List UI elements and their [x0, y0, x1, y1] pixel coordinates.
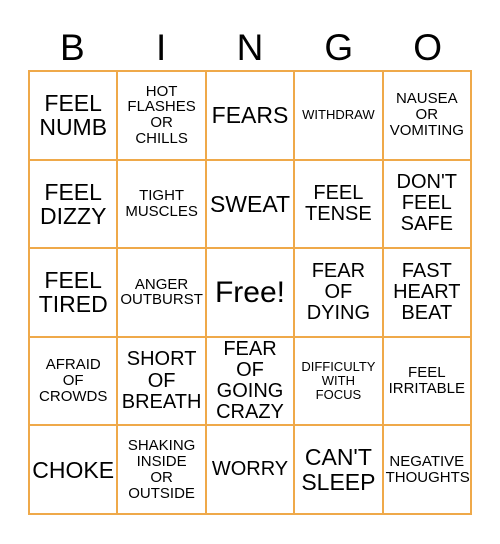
- bingo-cell-label: AFRAID OF CROWDS: [39, 356, 108, 406]
- bingo-cell-label: ANGER OUTBURST: [120, 275, 203, 309]
- bingo-cell[interactable]: CHOKE: [30, 426, 119, 515]
- bingo-cell[interactable]: FEEL IRRITABLE: [383, 337, 472, 427]
- bingo-cell-label: SHORT OF BREATH: [121, 348, 202, 413]
- bingo-cell-label: FEAR OF DYING: [306, 259, 371, 325]
- bingo-card: B I N G O FEEL NUMB HOT FLASHES OR CHILLS…: [28, 25, 472, 515]
- bingo-cell[interactable]: SHORT OF BREATH: [118, 337, 207, 427]
- bingo-cell[interactable]: CAN'T SLEEP: [295, 426, 384, 515]
- bingo-cell[interactable]: FEARS: [206, 72, 296, 161]
- bingo-cell[interactable]: FEEL DIZZY: [30, 160, 119, 250]
- bingo-cell-label: DON'T FEEL SAFE: [396, 171, 458, 236]
- bingo-cell-label: WITHDRAW: [302, 107, 375, 123]
- header-letter-i: I: [156, 27, 167, 68]
- bingo-cell-label: DIFFICULTY WITH FOCUS: [301, 359, 376, 402]
- bingo-cell-label: CHOKE: [32, 456, 115, 483]
- bingo-cell[interactable]: DON'T FEEL SAFE: [383, 160, 472, 250]
- bingo-cell[interactable]: AFRAID OF CROWDS: [30, 337, 119, 427]
- bingo-cell[interactable]: DIFFICULTY WITH FOCUS: [295, 337, 384, 427]
- header-letter-g: G: [324, 27, 354, 68]
- bingo-cell[interactable]: FEAR OF DYING: [295, 249, 384, 338]
- bingo-cell[interactable]: SWEAT: [206, 160, 296, 250]
- bingo-cell[interactable]: WORRY: [206, 426, 296, 515]
- header-letter-n: N: [236, 27, 264, 68]
- bingo-cell[interactable]: WITHDRAW: [295, 72, 384, 161]
- bingo-cell-free[interactable]: Free!: [206, 249, 296, 338]
- bingo-cell-label: TIGHT MUSCLES: [125, 187, 198, 220]
- bingo-cell[interactable]: SHAKING INSIDE OR OUTSIDE: [118, 426, 207, 515]
- bingo-cell[interactable]: FEEL TENSE: [295, 160, 384, 250]
- bingo-cell-label: WORRY: [211, 458, 289, 481]
- bingo-cell-label: FEEL NUMB: [39, 89, 108, 141]
- bingo-cell-label: FEEL TENSE: [305, 181, 372, 225]
- bingo-cell-label: HOT FLASHES OR CHILLS: [127, 82, 196, 148]
- bingo-cell-label: FEAR OF GOING CRAZY: [216, 337, 284, 424]
- bingo-cell-label: NEGATIVE THOUGHTS: [385, 452, 470, 486]
- bingo-cell-label: CAN'T SLEEP: [301, 444, 376, 495]
- bingo-cell[interactable]: HOT FLASHES OR CHILLS: [118, 72, 207, 161]
- bingo-cell[interactable]: FEAR OF GOING CRAZY: [206, 337, 296, 427]
- header-letter-o: O: [413, 27, 442, 68]
- bingo-cell-label: FEEL IRRITABLE: [388, 364, 465, 398]
- bingo-cell-label: FEEL DIZZY: [39, 178, 107, 229]
- bingo-cell-label: FEARS: [211, 102, 289, 129]
- header-letter-b: B: [60, 27, 85, 68]
- bingo-cell-label: NAUSEA OR VOMITING: [389, 90, 464, 140]
- bingo-cell[interactable]: NAUSEA OR VOMITING: [383, 72, 472, 161]
- bingo-cell[interactable]: TIGHT MUSCLES: [118, 160, 207, 250]
- bingo-cell[interactable]: FAST HEART BEAT: [383, 249, 472, 338]
- bingo-cell-label: SWEAT: [209, 190, 291, 217]
- bingo-cell[interactable]: FEEL NUMB: [30, 72, 119, 161]
- bingo-grid: FEEL NUMB HOT FLASHES OR CHILLS FEARS WITHD…: [28, 70, 472, 515]
- bingo-cell[interactable]: FEEL TIRED: [30, 249, 119, 338]
- bingo-cell[interactable]: NEGATIVE THOUGHTS: [383, 426, 472, 515]
- bingo-header: B I N G O: [28, 25, 472, 70]
- bingo-cell-label: FAST HEART BEAT: [393, 259, 461, 325]
- bingo-cell-label: Free!: [214, 275, 285, 309]
- bingo-cell-label: SHAKING INSIDE OR OUTSIDE: [127, 436, 196, 502]
- bingo-cell[interactable]: ANGER OUTBURST: [118, 249, 207, 338]
- bingo-cell-label: FEEL TIRED: [38, 267, 108, 318]
